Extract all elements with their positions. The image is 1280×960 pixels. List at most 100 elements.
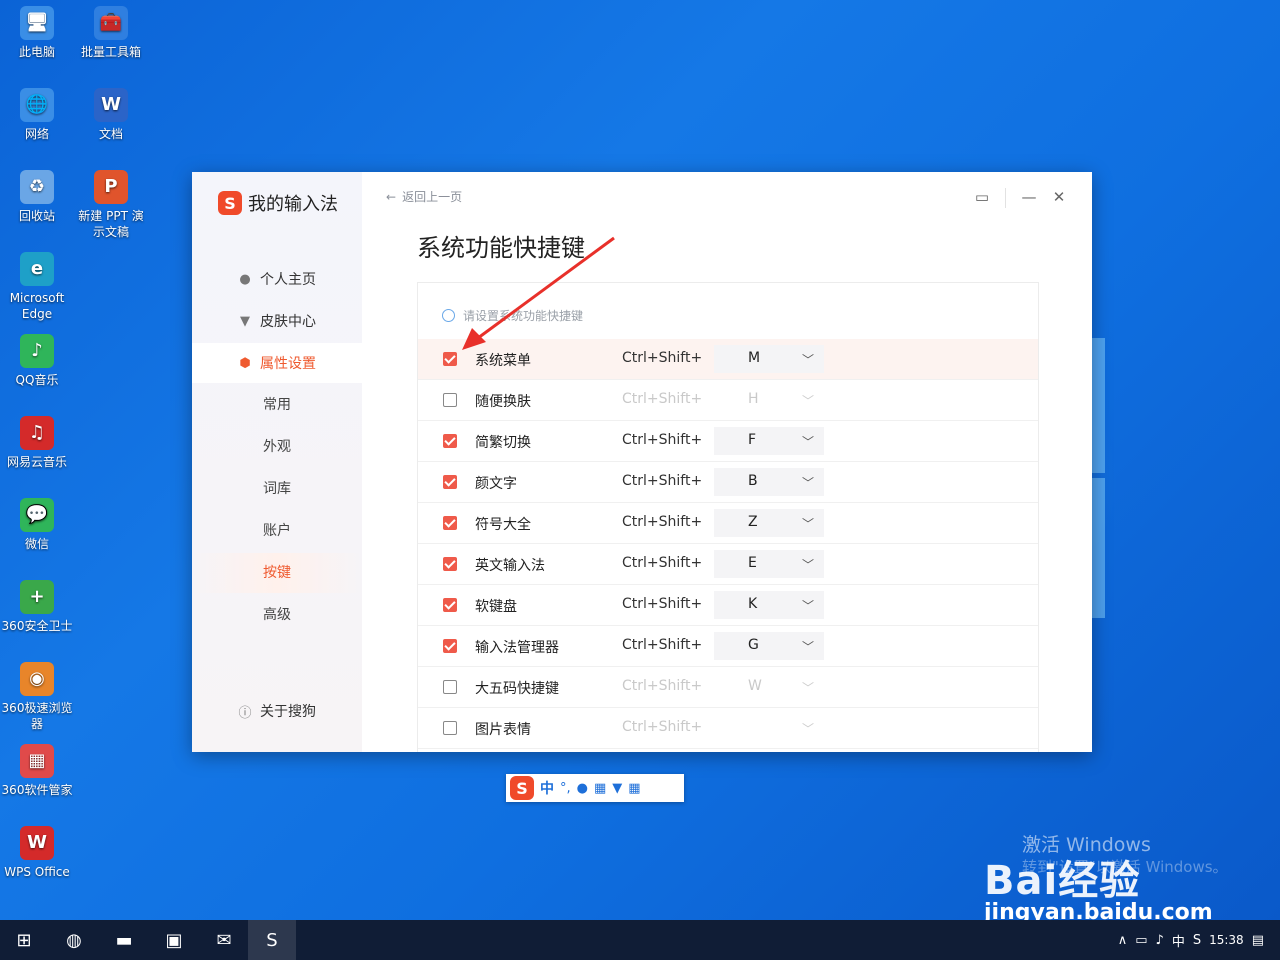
sub-nav-dictionary[interactable]: 词库 [192,469,362,509]
shortcut-row: 图片表情 Ctrl+Shift+ ﹀ [418,708,1038,749]
shortcut-row: 英文输入法 Ctrl+Shift+ E ﹀ [418,544,1038,585]
desktop-icon[interactable]: ◉ 360极速浏览器 [0,662,74,732]
volume-icon[interactable]: ♪ [1156,933,1164,948]
desktop-icon[interactable]: ♪ QQ音乐 [0,334,74,388]
shortcut-key-select[interactable]: K ﹀ [714,591,824,619]
shortcut-label: 英文输入法 [475,558,545,574]
desktop-icon[interactable]: 💬 微信 [0,498,74,552]
desktop-icon-label: 批量工具箱 [80,45,141,59]
shortcut-key-select[interactable]: F ﹀ [714,427,824,455]
chevron-down-icon: ﹀ [801,353,814,367]
shortcut-label: 图片表情 [475,722,531,738]
desktop-icon[interactable]: ♫ 网易云音乐 [0,416,74,470]
desktop-icon[interactable]: e Microsoft Edge [0,252,74,322]
keyboard-icon[interactable]: ▦ [594,781,606,796]
shortcut-checkbox[interactable] [443,639,457,653]
desktop-app-icon: ♻ [20,170,54,204]
shortcut-key-select[interactable]: G ﹀ [714,632,824,660]
shortcut-checkbox[interactable] [443,598,457,612]
shortcut-key-select[interactable]: E ﹀ [714,550,824,578]
desktop-icon-label: 文档 [98,127,123,141]
shortcut-key-select[interactable]: Z ﹀ [714,509,824,537]
shortcut-key-select[interactable]: H ﹀ [714,386,824,414]
clock[interactable]: 15:38 [1209,932,1244,948]
desktop-app-icon: 💬 [20,498,54,532]
shortcut-checkbox[interactable] [443,393,457,407]
shortcut-checkbox[interactable] [443,352,457,366]
shirt-icon[interactable]: ▼ [612,781,622,796]
desktop-icon[interactable]: 🌐 网络 [0,88,74,142]
shortcut-checkbox[interactable] [443,557,457,571]
ime-indicator[interactable]: 中 [1172,931,1185,950]
store-taskbar-icon[interactable]: ▣ [150,920,198,960]
sub-nav-appearance[interactable]: 外观 [192,427,362,467]
sub-nav-common[interactable]: 常用 [192,385,362,425]
nav-about-sogou[interactable]: ⓘ 关于搜狗 [192,691,362,731]
shortcut-checkbox[interactable] [443,434,457,448]
nav-personal-home[interactable]: ● 个人主页 [192,259,362,299]
shortcut-checkbox[interactable] [443,680,457,694]
shortcut-key-value: M [748,350,761,366]
chevron-down-icon: ﹀ [801,640,814,654]
desktop-app-icon: 🌐 [20,88,54,122]
punctuation-icon[interactable]: °, [560,781,571,796]
desktop-icon[interactable]: 🖥 此电脑 [0,6,74,60]
network-icon[interactable]: ▭ [1135,933,1147,948]
brand-title: 我的输入法 [248,194,338,215]
close-button[interactable]: ✕ [1044,186,1074,208]
shortcut-checkbox[interactable] [443,516,457,530]
sub-nav-advanced[interactable]: 高级 [192,595,362,635]
ime-status-bar: S 中 °, ● ▦ ▼ ▦ [506,774,684,802]
chevron-up-icon[interactable]: ∧ [1118,933,1128,948]
shortcut-key-select[interactable]: B ﹀ [714,468,824,496]
minimize-button[interactable]: — [1014,186,1044,208]
chevron-down-icon: ﹀ [801,558,814,572]
chevron-down-icon: ﹀ [801,599,814,613]
desktop-icon[interactable]: +360安全卫士 [0,580,74,634]
sogou-taskbar-icon[interactable]: S [248,920,296,960]
desktop-icon[interactable]: ▦ 360软件管家 [0,744,74,798]
explorer-taskbar-icon[interactable]: ▬ [100,920,148,960]
edge-taskbar-icon[interactable]: ◍ [50,920,98,960]
shortcut-modifiers: Ctrl+Shift+ [622,350,703,366]
shortcut-key-value: G [748,637,759,653]
desktop-icon-label: 360极速浏览器 [1,701,73,731]
shortcut-modifiers: Ctrl+Shift+ [622,473,703,489]
back-label: 返回上一页 [402,190,463,204]
tools-grid-icon[interactable]: ▦ [628,781,640,796]
shortcut-checkbox[interactable] [443,475,457,489]
desktop-icon[interactable]: P 新建 PPT 演示文稿 [74,170,148,240]
hint-text: 请设置系统功能快捷键 [463,309,584,323]
divider [1005,188,1006,208]
sogou-logo-icon[interactable]: S [510,776,534,800]
desktop-icon[interactable]: ♻ 回收站 [0,170,74,224]
start-button[interactable]: ⊞ [0,920,48,960]
microphone-icon[interactable]: ● [577,781,588,796]
ime-mode-toggle[interactable]: 中 [540,778,554,798]
chevron-down-icon: ﹀ [801,517,814,531]
sub-nav-keys[interactable]: 按键 [192,553,362,593]
nav-property-settings[interactable]: ⬢ 属性设置 [192,343,362,383]
nav-label: 皮肤中心 [260,314,316,330]
back-link[interactable]: ← 返回上一页 [386,188,462,205]
desktop-icon[interactable]: 🧰 批量工具箱 [74,6,148,60]
shortcut-panel: 请设置系统功能快捷键 系统菜单 Ctrl+Shift+ M ﹀ 随便换肤 Ctrl+Shi… [417,282,1039,752]
hint: 请设置系统功能快捷键 [442,307,583,324]
nav-skin-center[interactable]: ▼ 皮肤中心 [192,301,362,341]
desktop-icon[interactable]: W 文档 [74,88,148,142]
shortcut-checkbox[interactable] [443,721,457,735]
desktop-icon-label: 新建 PPT 演示文稿 [78,209,144,239]
shortcut-row: 随便换肤 Ctrl+Shift+ H ﹀ [418,380,1038,421]
mail-taskbar-icon[interactable]: ✉ [200,920,248,960]
sub-nav-account[interactable]: 账户 [192,511,362,551]
sogou-tray-icon[interactable]: S [1193,933,1201,948]
desktop-icon-label: Microsoft Edge [9,291,65,321]
desktop-icon[interactable]: W WPS Office [0,826,74,880]
shortcut-key-select[interactable]: M ﹀ [714,345,824,373]
desktop-app-icon: ♫ [20,416,54,450]
notification-icon[interactable]: ▤ [1252,933,1264,948]
shortcut-key-select[interactable]: ﹀ [714,714,824,742]
settings-hex-icon: ⬢ [239,355,251,371]
shortcut-key-select[interactable]: W ﹀ [714,673,824,701]
feedback-icon[interactable]: ▭ [967,186,997,208]
